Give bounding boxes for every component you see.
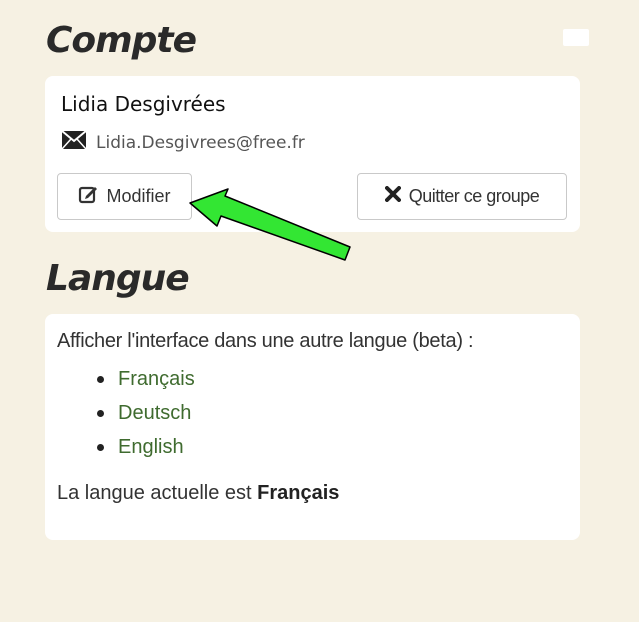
- email-address: Lidia.Desgivrees@free.fr: [96, 132, 305, 153]
- user-name: Lidia Desgivrées: [61, 92, 226, 116]
- edit-icon: [78, 184, 98, 209]
- account-card: Lidia Desgivrées Lidia.Desgivrees@free.f…: [45, 76, 580, 232]
- language-list: Français Deutsch English: [97, 362, 195, 464]
- language-card: Afficher l'interface dans une autre lang…: [45, 314, 580, 540]
- envelope-icon: [61, 130, 87, 154]
- language-intro: Afficher l'interface dans une autre lang…: [57, 330, 474, 352]
- edit-button-label: Modifier: [106, 186, 171, 206]
- list-item: Deutsch: [97, 396, 195, 430]
- current-language: La langue actuelle est Français: [57, 482, 339, 505]
- current-language-prefix: La langue actuelle est: [57, 482, 258, 504]
- current-language-value: Français: [257, 482, 340, 504]
- bullet-icon: [97, 409, 104, 417]
- leave-group-button[interactable]: Quitter ce groupe: [357, 173, 567, 220]
- bullet-icon: [97, 375, 104, 383]
- language-link-fr[interactable]: Français: [118, 368, 195, 391]
- language-link-de[interactable]: Deutsch: [118, 402, 191, 425]
- close-icon: [384, 186, 401, 207]
- leave-group-button-label: Quitter ce groupe: [408, 186, 540, 206]
- edit-button[interactable]: Modifier: [57, 173, 192, 220]
- language-link-en[interactable]: English: [118, 436, 184, 459]
- language-section-title: Langue: [46, 258, 190, 299]
- bullet-icon: [97, 443, 104, 451]
- list-item: English: [97, 430, 195, 464]
- account-section-title: Compte: [46, 20, 197, 61]
- top-right-chip: [563, 29, 589, 46]
- email-row: Lidia.Desgivrees@free.fr: [61, 130, 305, 154]
- list-item: Français: [97, 362, 195, 396]
